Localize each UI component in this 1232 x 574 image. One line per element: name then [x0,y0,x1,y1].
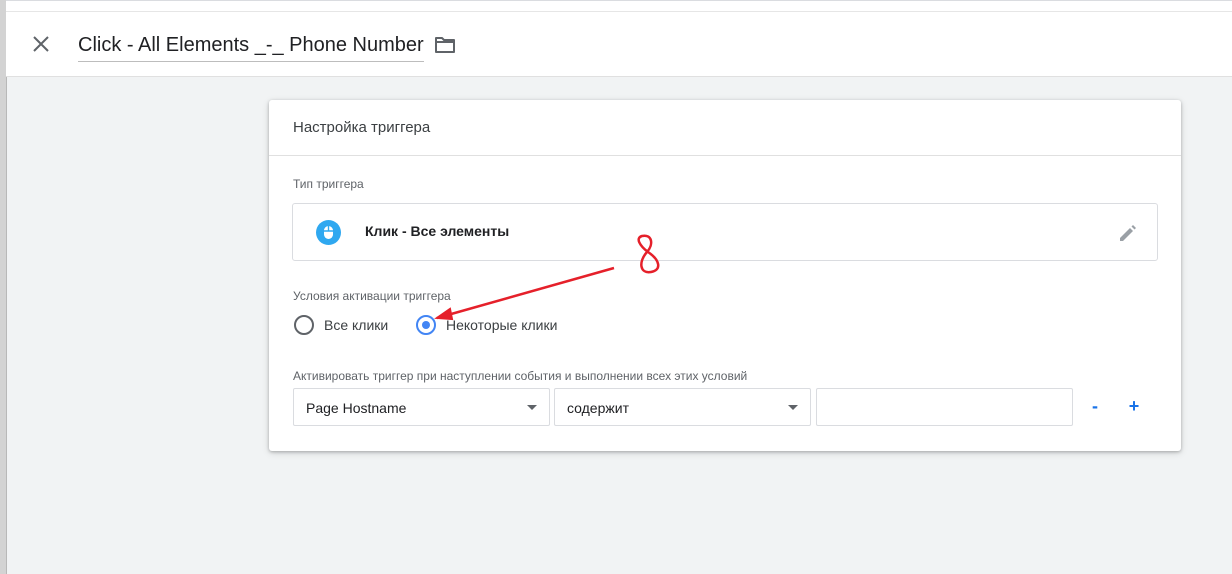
operator-select-value: содержит [567,400,629,416]
radio-button-checked[interactable] [416,315,436,335]
mouse-icon [316,220,341,245]
operator-select[interactable]: содержит [554,388,811,426]
radio-some-clicks[interactable]: Некоторые клики [416,314,557,336]
trigger-config-card: Настройка триггера Тип триггера Клик - В… [269,100,1181,451]
condition-value-input[interactable] [816,388,1073,426]
activation-conditions-label: Условия активации триггера [293,289,451,303]
trigger-type-selector[interactable]: Клик - Все элементы [292,203,1158,261]
chevron-down-icon [788,405,798,410]
trigger-type-label: Тип триггера [293,177,364,191]
card-title: Настройка триггера [269,100,1181,156]
radio-button-unchecked[interactable] [294,315,314,335]
trigger-type-name: Клик - Все элементы [365,223,510,239]
folder-icon [435,37,455,53]
condition-description: Активировать триггер при наступлении соб… [293,369,748,383]
pencil-icon[interactable] [1117,222,1139,244]
folder-button[interactable] [434,35,456,55]
close-icon [33,36,49,52]
top-bar: Click - All Elements _-_ Phone Number [6,0,1232,77]
radio-all-clicks[interactable]: Все клики [294,314,388,336]
remove-condition-button[interactable]: - [1085,396,1105,416]
top-divider [6,11,1232,12]
variable-select-value: Page Hostname [306,400,407,416]
left-panel-edge [0,0,7,574]
variable-select[interactable]: Page Hostname [293,388,550,426]
radio-label-some-clicks: Некоторые клики [446,317,558,333]
add-condition-button[interactable]: + [1124,396,1144,416]
chevron-down-icon [527,405,537,410]
radio-label-all-clicks: Все клики [324,317,389,333]
trigger-name-title[interactable]: Click - All Elements _-_ Phone Number [78,33,424,62]
close-button[interactable] [30,33,52,55]
